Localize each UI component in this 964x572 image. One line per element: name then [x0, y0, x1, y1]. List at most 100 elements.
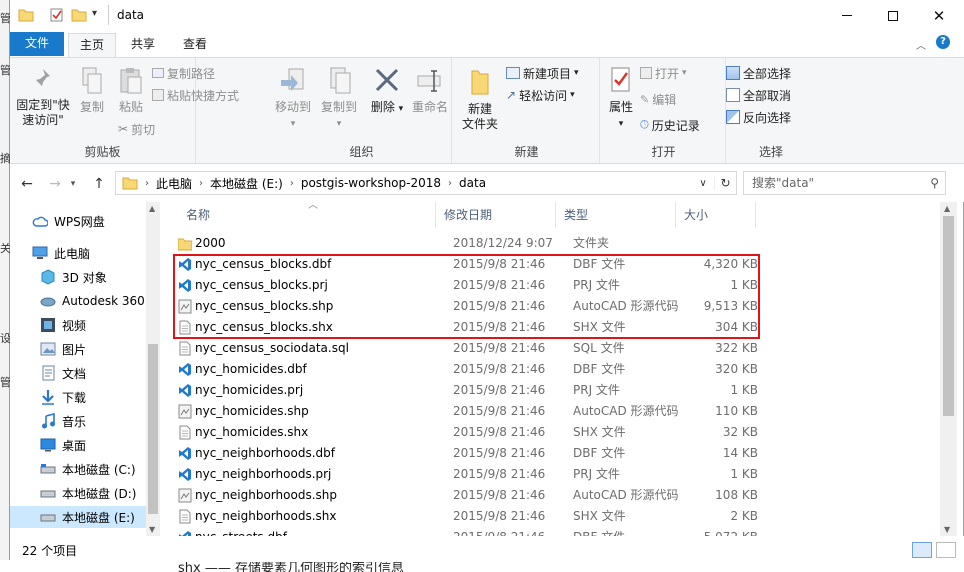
tab-home[interactable]: 主页 [68, 33, 116, 57]
recent-locations-button[interactable]: ▾ [66, 174, 80, 194]
nav-item-autodesk-360[interactable]: Autodesk 360 [10, 290, 146, 312]
column-header-date[interactable]: 修改日期 [436, 202, 556, 228]
tab-file[interactable]: 文件 [10, 32, 64, 56]
column-header-name[interactable]: 名称 [178, 202, 436, 228]
tab-view[interactable]: 查看 [172, 33, 218, 57]
file-row[interactable]: nyc_neighborhoods.prj 2015/9/8 21:46 PRJ 文… [178, 464, 938, 485]
properties-button[interactable]: 属性 ▾ [604, 66, 638, 132]
file-row[interactable]: nyc_neighborhoods.shp 2015/9/8 21:46 AutoC… [178, 485, 938, 506]
file-row[interactable]: nyc_neighborhoods.dbf 2015/9/8 21:46 DBF 文… [178, 443, 938, 464]
address-bar[interactable]: › 此电脑 › 本地磁盘 (E:) › postgis-workshop-201… [115, 171, 737, 195]
column-header-type[interactable]: 类型 [556, 202, 676, 228]
column-header-size[interactable]: 大小 [676, 202, 756, 228]
nav-item-drive-e[interactable]: 本地磁盘 (E:) [10, 506, 146, 528]
breadcrumb-postgis-workshop[interactable]: postgis-workshop-2018 [297, 176, 445, 190]
paste-shortcut-button[interactable]: 粘贴快捷方式 [152, 86, 239, 104]
paste-shortcut-icon [152, 89, 164, 101]
tab-share[interactable]: 共享 [120, 33, 166, 57]
invert-selection-button[interactable]: 反向选择 [726, 108, 791, 126]
chevron-down-icon: ▾ [70, 179, 76, 189]
back-arrow-icon: ← [21, 176, 33, 192]
nav-item-drive-c[interactable]: 本地磁盘 (C:) [10, 458, 146, 480]
address-dropdown-icon[interactable]: ∨ [692, 178, 714, 189]
new-folder-button[interactable]: 新建 文件夹 [460, 66, 500, 132]
select-all-button[interactable]: 全部选择 [726, 64, 791, 82]
nav-scroll-thumb[interactable] [148, 344, 158, 514]
minimize-button[interactable] [824, 0, 870, 31]
new-item-button[interactable]: 新建项目 ▾ [506, 64, 579, 82]
nav-pane-scrollbar[interactable]: ▲ ▼ [146, 202, 160, 536]
nav-item-drive-d[interactable]: 本地磁盘 (D:) [10, 482, 146, 504]
breadcrumb-this-pc[interactable]: 此电脑 [152, 175, 196, 192]
desktop-icon [40, 438, 56, 452]
file-date: 2015/9/8 21:46 [453, 404, 546, 418]
up-button[interactable]: ↑ [88, 174, 110, 194]
nav-item-3d-objects[interactable]: 3D 对象 [10, 266, 146, 288]
scroll-down-icon[interactable]: ▼ [944, 525, 950, 534]
nav-item-this-pc[interactable]: 此电脑 [10, 242, 146, 264]
file-row[interactable]: nyc_homicides.dbf 2015/9/8 21:46 DBF 文件 320… [178, 359, 938, 380]
file-row[interactable]: nyc_homicides.shp 2015/9/8 21:46 AutoCAD 形… [178, 401, 938, 422]
large-icons-view-icon[interactable] [936, 542, 956, 558]
file-row[interactable]: nyc_neighborhoods.shx 2015/9/8 21:46 SHX 文… [178, 506, 938, 527]
file-row[interactable]: nyc_homicides.prj 2015/9/8 21:46 PRJ 文件 1 K… [178, 380, 938, 401]
paste-button[interactable]: 粘贴 [110, 66, 152, 115]
copy-to-button[interactable]: 复制到 ▾ [318, 66, 360, 132]
select-none-button[interactable]: 全部取消 [726, 86, 791, 104]
file-name: 2000 [195, 236, 226, 250]
download-icon [42, 390, 54, 405]
new-group: 新建 文件夹 新建项目 ▾ ↗ 轻松访问 ▾ 新建 [454, 58, 600, 163]
file-list-scrollbar[interactable]: ▲ ▼ [940, 202, 957, 536]
help-icon[interactable]: ? [936, 35, 950, 49]
nav-item-documents[interactable]: 文档 [10, 362, 146, 384]
breadcrumb-data[interactable]: data [455, 176, 490, 190]
easy-access-button[interactable]: ↗ 轻松访问 ▾ [506, 86, 575, 104]
drive-icon [40, 490, 56, 498]
rename-button[interactable]: 重命名 [408, 66, 452, 115]
file-row[interactable]: nyc_homicides.shx 2015/9/8 21:46 SHX 文件 32 … [178, 422, 938, 443]
copy-to-icon [330, 67, 351, 94]
refresh-icon[interactable]: ↻ [714, 176, 736, 190]
back-button[interactable]: ← [16, 174, 38, 194]
nav-item-desktop[interactable]: 桌面 [10, 434, 146, 456]
copy-button[interactable]: 复制 [72, 66, 112, 115]
history-button[interactable]: 🕓︎ 历史记录 [640, 116, 700, 134]
nav-item-downloads[interactable]: 下载 [10, 386, 146, 408]
quick-access-dropdown-icon[interactable]: ▾ [92, 8, 97, 19]
file-row[interactable]: nyc_streets.dbf 2015/9/8 21:46 DBF 文件 5,072… [178, 527, 938, 536]
properties-check-icon[interactable] [49, 8, 65, 22]
cut-button[interactable]: ✂ 剪切 [118, 120, 155, 138]
file-row[interactable]: 2000 2018/12/24 9:07 文件夹 [178, 233, 938, 254]
search-input[interactable]: 搜索"data" ⚲ [743, 171, 946, 195]
scroll-up-icon[interactable]: ▲ [149, 204, 155, 213]
file-list-scroll-thumb[interactable] [943, 216, 954, 416]
move-to-button[interactable]: 移动到 ▾ [272, 66, 314, 132]
copy-path-button[interactable]: 复制路径 [152, 64, 215, 82]
edit-button[interactable]: ✎ 编辑 [640, 90, 676, 108]
file-name: nyc_neighborhoods.dbf [195, 446, 335, 460]
file-date: 2015/9/8 21:46 [453, 425, 546, 439]
collapse-ribbon-icon[interactable]: ︿ [916, 37, 926, 52]
copy-path-icon [152, 68, 164, 78]
nav-item-label: 图片 [62, 342, 87, 357]
pin-quick-access-button[interactable]: 固定到"快速访问" [14, 66, 72, 128]
scroll-down-icon[interactable]: ▼ [149, 525, 155, 534]
open-button[interactable]: 打开 ▾ [640, 64, 687, 82]
select-group-label: 选择 [758, 145, 783, 159]
video-icon [41, 318, 55, 332]
forward-button[interactable]: → [44, 174, 66, 194]
maximize-button[interactable] [870, 0, 916, 31]
nav-item-pictures[interactable]: 图片 [10, 338, 146, 360]
delete-button[interactable]: 删除 ▾ [370, 66, 404, 117]
nav-item-wps-cloud[interactable]: WPS网盘 [10, 210, 146, 232]
close-button[interactable]: ✕ [916, 0, 962, 31]
scroll-up-icon[interactable]: ▲ [944, 204, 950, 213]
file-size: 1 KB [730, 383, 758, 397]
file-row[interactable]: nyc_census_sociodata.sql 2015/9/8 21:46 SQ… [178, 338, 938, 359]
new-folder-icon[interactable] [71, 8, 87, 22]
nav-item-videos[interactable]: 视频 [10, 314, 146, 336]
nav-item-music[interactable]: 音乐 [10, 410, 146, 432]
folder-icon [122, 177, 138, 190]
details-view-icon[interactable] [912, 542, 932, 558]
breadcrumb-drive-e[interactable]: 本地磁盘 (E:) [206, 175, 287, 192]
